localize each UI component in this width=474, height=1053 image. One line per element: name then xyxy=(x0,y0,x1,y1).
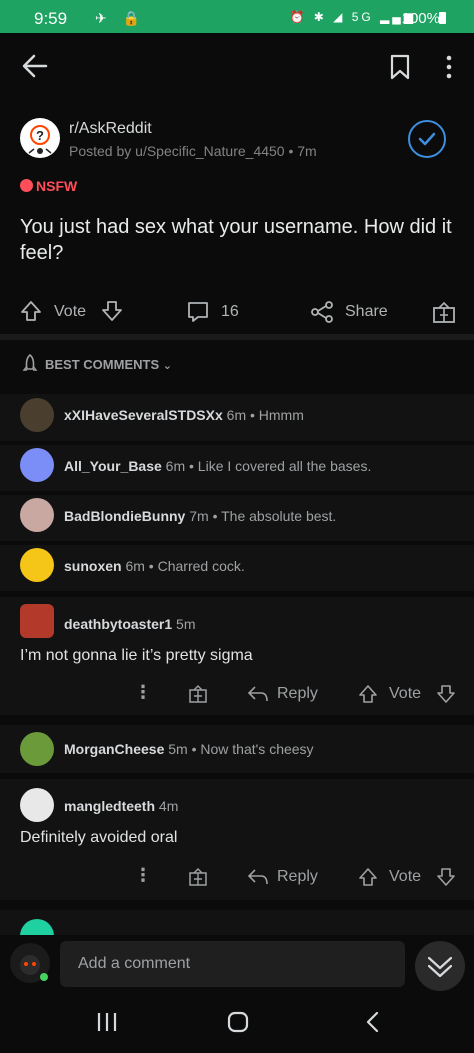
comment-sort-bar[interactable]: BEST COMMENTS ⌄ xyxy=(0,340,474,390)
subreddit-avatar[interactable]: ? xyxy=(20,118,60,158)
status-bar: 9:59 ✈ 🔒 ⏰ ✱ ◢ 5G ▂▄▆ 100% xyxy=(0,0,474,33)
upvote-icon[interactable] xyxy=(358,867,378,887)
comment-meta: 5m xyxy=(176,616,196,632)
chevron-down-icon: ⌄ xyxy=(162,360,172,372)
comment-body: I’m not gonna lie it’s pretty sigma xyxy=(20,647,253,664)
rocket-icon xyxy=(20,354,40,374)
reply-label[interactable]: Reply xyxy=(277,685,318,703)
sort-label: BEST COMMENTS ⌄ xyxy=(45,357,172,372)
recent-apps-icon[interactable] xyxy=(96,1011,118,1033)
comment-meta: 6m • Charred cock. xyxy=(125,558,245,574)
post-card: ? r/AskReddit Posted by u/Specific_Natur… xyxy=(0,101,474,334)
comment-username[interactable]: All_Your_Base xyxy=(64,458,162,474)
award-gift-icon[interactable] xyxy=(188,867,208,887)
more-options-icon[interactable] xyxy=(440,53,458,81)
vote-label: Vote xyxy=(54,303,87,320)
share-label[interactable]: Share xyxy=(345,303,388,321)
vote-label: Vote xyxy=(389,868,422,885)
comment-collapsed[interactable]: xXIHaveSeveralSTDSXx 6m • Hmmm xyxy=(0,394,474,441)
scroll-down-icon[interactable] xyxy=(415,941,465,991)
avatar[interactable] xyxy=(20,498,54,532)
battery-percent: 100% xyxy=(401,10,440,27)
comment-meta: 6m • Like I covered all the bases. xyxy=(165,458,372,474)
upvote-icon[interactable] xyxy=(20,300,42,322)
comment-actions: ⋮ Reply Vote xyxy=(0,679,474,709)
bookmark-icon[interactable] xyxy=(388,54,412,80)
comment-expanded: deathbytoaster1 5m I’m not gonna lie it’… xyxy=(0,597,474,715)
avatar[interactable] xyxy=(20,398,54,432)
notification-icons: ✈ 🔒 xyxy=(95,10,147,26)
comment-meta: 7m • The absolute best. xyxy=(189,508,337,524)
post-actions: Vote 16 Share xyxy=(0,294,474,328)
comment-username[interactable]: MorganCheese xyxy=(64,741,164,757)
downvote-icon[interactable] xyxy=(436,684,456,704)
system-icons: ⏰ ✱ ◢ 5G ▂▄▆ xyxy=(289,10,416,24)
comment-composer: Add a comment xyxy=(0,935,474,993)
svg-text:?: ? xyxy=(36,128,44,143)
home-icon[interactable] xyxy=(227,1011,249,1033)
reply-icon[interactable] xyxy=(247,684,269,704)
avatar[interactable] xyxy=(20,604,54,638)
avatar[interactable] xyxy=(20,448,54,482)
post-byline[interactable]: Posted by u/Specific_Nature_4450 • 7m xyxy=(69,143,317,159)
joined-check-icon[interactable] xyxy=(408,120,446,158)
share-icon[interactable] xyxy=(310,300,334,324)
award-gift-icon[interactable] xyxy=(432,300,456,324)
comment-bubble-icon[interactable] xyxy=(186,300,210,324)
comment-username[interactable]: sunoxen xyxy=(64,558,122,574)
upvote-icon[interactable] xyxy=(358,684,378,704)
nsfw-icon xyxy=(20,179,33,192)
more-options-icon[interactable]: ⋮ xyxy=(134,865,152,886)
subreddit-name[interactable]: r/AskReddit xyxy=(69,120,152,138)
back-arrow-icon[interactable] xyxy=(20,51,50,81)
nsfw-badge: NSFW xyxy=(20,178,77,194)
battery-icon xyxy=(439,12,446,24)
post-title[interactable]: You just had sex what your username. How… xyxy=(20,214,460,266)
comment-username[interactable]: xXIHaveSeveralSTDSXx xyxy=(64,407,223,423)
comment-collapsed[interactable]: All_Your_Base 6m • Like I covered all th… xyxy=(0,445,474,491)
avatar[interactable] xyxy=(20,548,54,582)
top-app-bar xyxy=(0,33,474,101)
comment-meta: 5m • Now that's cheesy xyxy=(168,741,314,757)
add-comment-input[interactable]: Add a comment xyxy=(60,941,405,987)
downvote-icon[interactable] xyxy=(101,300,123,322)
comment-username[interactable]: mangledteeth xyxy=(64,798,155,814)
avatar[interactable] xyxy=(20,732,54,766)
nsfw-label: NSFW xyxy=(36,178,78,194)
comment-username[interactable]: BadBlondieBunny xyxy=(64,508,185,524)
back-nav-icon[interactable] xyxy=(362,1011,384,1033)
vote-label: Vote xyxy=(389,685,422,702)
comment-body: Definitely avoided oral xyxy=(20,829,178,846)
more-options-icon[interactable]: ⋮ xyxy=(134,682,152,703)
status-time: 9:59 xyxy=(34,9,68,28)
system-nav-bar xyxy=(0,993,474,1053)
downvote-icon[interactable] xyxy=(436,867,456,887)
reply-icon[interactable] xyxy=(247,867,269,887)
reply-label[interactable]: Reply xyxy=(277,868,318,886)
comment-collapsed[interactable] xyxy=(0,910,474,953)
comment-actions: ⋮ Reply Vote xyxy=(0,862,474,892)
sort-label-text: BEST COMMENTS xyxy=(45,357,160,372)
comment-expanded: mangledteeth 4m Definitely avoided oral … xyxy=(0,779,474,900)
network-label: 5G xyxy=(351,10,374,24)
comment-collapsed[interactable]: MorganCheese 5m • Now that's cheesy xyxy=(0,725,474,773)
user-avatar[interactable] xyxy=(10,943,50,983)
avatar[interactable] xyxy=(20,788,54,822)
comment-collapsed[interactable]: BadBlondieBunny 7m • The absolute best. xyxy=(0,495,474,541)
comment-meta: 4m xyxy=(158,798,179,814)
comment-username[interactable]: deathbytoaster1 xyxy=(64,616,172,632)
award-gift-icon[interactable] xyxy=(188,684,208,704)
comment-count[interactable]: 16 xyxy=(221,303,239,321)
comment-collapsed[interactable]: sunoxen 6m • Charred cock. xyxy=(0,545,474,591)
comment-meta: 6m • Hmmm xyxy=(226,407,304,423)
